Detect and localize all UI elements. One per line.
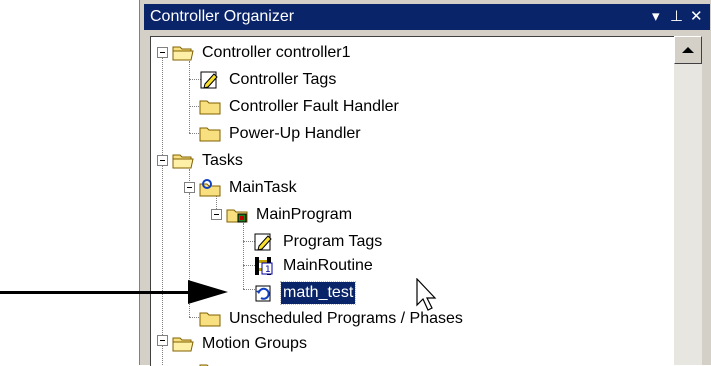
- controller-tree[interactable]: Controller controller1 Controller Tags C…: [150, 36, 675, 366]
- expander-tasks[interactable]: [157, 155, 168, 166]
- tree-item-maintask[interactable]: MainTask: [199, 176, 299, 200]
- tree-item-controller[interactable]: Controller controller1: [172, 41, 353, 65]
- vertical-scrollbar[interactable]: [674, 36, 702, 365]
- pin-dropdown-icon[interactable]: ▾: [652, 7, 660, 27]
- folder-icon: [199, 309, 221, 329]
- tree-item-label: math_test: [279, 281, 357, 305]
- tree-item-label: Controller controller1: [202, 44, 351, 61]
- close-icon[interactable]: ✕: [690, 7, 703, 27]
- tree-item-power-up-handler[interactable]: Power-Up Handler: [199, 122, 363, 146]
- folder-open-icon: [172, 43, 194, 63]
- tree-connector: [189, 61, 190, 133]
- panel-title: Controller Organizer: [150, 8, 295, 25]
- callout-arrow-head: [188, 280, 228, 304]
- tree-item-controller-fault-handler[interactable]: Controller Fault Handler: [199, 95, 401, 119]
- tree-item-controller-tags[interactable]: Controller Tags: [199, 68, 338, 92]
- task-icon: [199, 178, 221, 198]
- tree-item-tasks[interactable]: Tasks: [172, 149, 245, 173]
- tree-item-label: MainTask: [229, 179, 297, 196]
- svg-text:1: 1: [265, 265, 271, 275]
- tree-item-mainroutine[interactable]: 1 MainRoutine: [253, 254, 375, 278]
- tree-item-label: Controller Tags: [229, 71, 337, 88]
- program-icon: [226, 205, 248, 225]
- folder-icon: [199, 97, 221, 117]
- tree-connector: [162, 55, 163, 366]
- tree-item-program-tags[interactable]: Program Tags: [253, 230, 384, 254]
- tree-item-label: Motion Groups: [202, 335, 307, 352]
- mouse-cursor-icon: [416, 278, 437, 311]
- tree-item-label: MainProgram: [256, 206, 353, 223]
- tree-item-mainprogram[interactable]: MainProgram: [226, 203, 354, 227]
- folder-open-icon: [172, 334, 194, 354]
- pin-icon[interactable]: ⊥: [670, 7, 683, 27]
- tree-item-label: Controller Fault Handler: [229, 98, 399, 115]
- folder-open-icon: [172, 151, 194, 171]
- tree-item-label: Power-Up Handler: [229, 125, 361, 142]
- tags-icon: [199, 70, 221, 90]
- tree-item-label: MainRoutine: [283, 257, 373, 274]
- tree-connector: [243, 223, 244, 289]
- callout-arrow-line: [0, 291, 190, 294]
- tree-item-math-test[interactable]: math_test: [253, 281, 357, 305]
- routine-icon: [253, 283, 275, 303]
- panel-titlebar: Controller Organizer ▾ ⊥ ✕: [144, 4, 710, 30]
- arrow-up-icon: [682, 47, 694, 53]
- tree-item-label: Tasks: [202, 152, 243, 169]
- tags-icon: [253, 232, 275, 252]
- folder-icon: [199, 124, 221, 144]
- scroll-up-button[interactable]: [674, 36, 702, 64]
- folder-icon: [199, 361, 221, 366]
- expander-maintask[interactable]: [184, 182, 195, 193]
- tree-item-motion-groups[interactable]: Motion Groups: [172, 332, 309, 356]
- main-routine-icon: 1: [253, 256, 275, 276]
- expander-motion-groups[interactable]: [157, 335, 168, 346]
- expander-controller[interactable]: [157, 47, 168, 58]
- expander-mainprogram[interactable]: [211, 209, 222, 220]
- tree-item-label: Program Tags: [283, 233, 383, 250]
